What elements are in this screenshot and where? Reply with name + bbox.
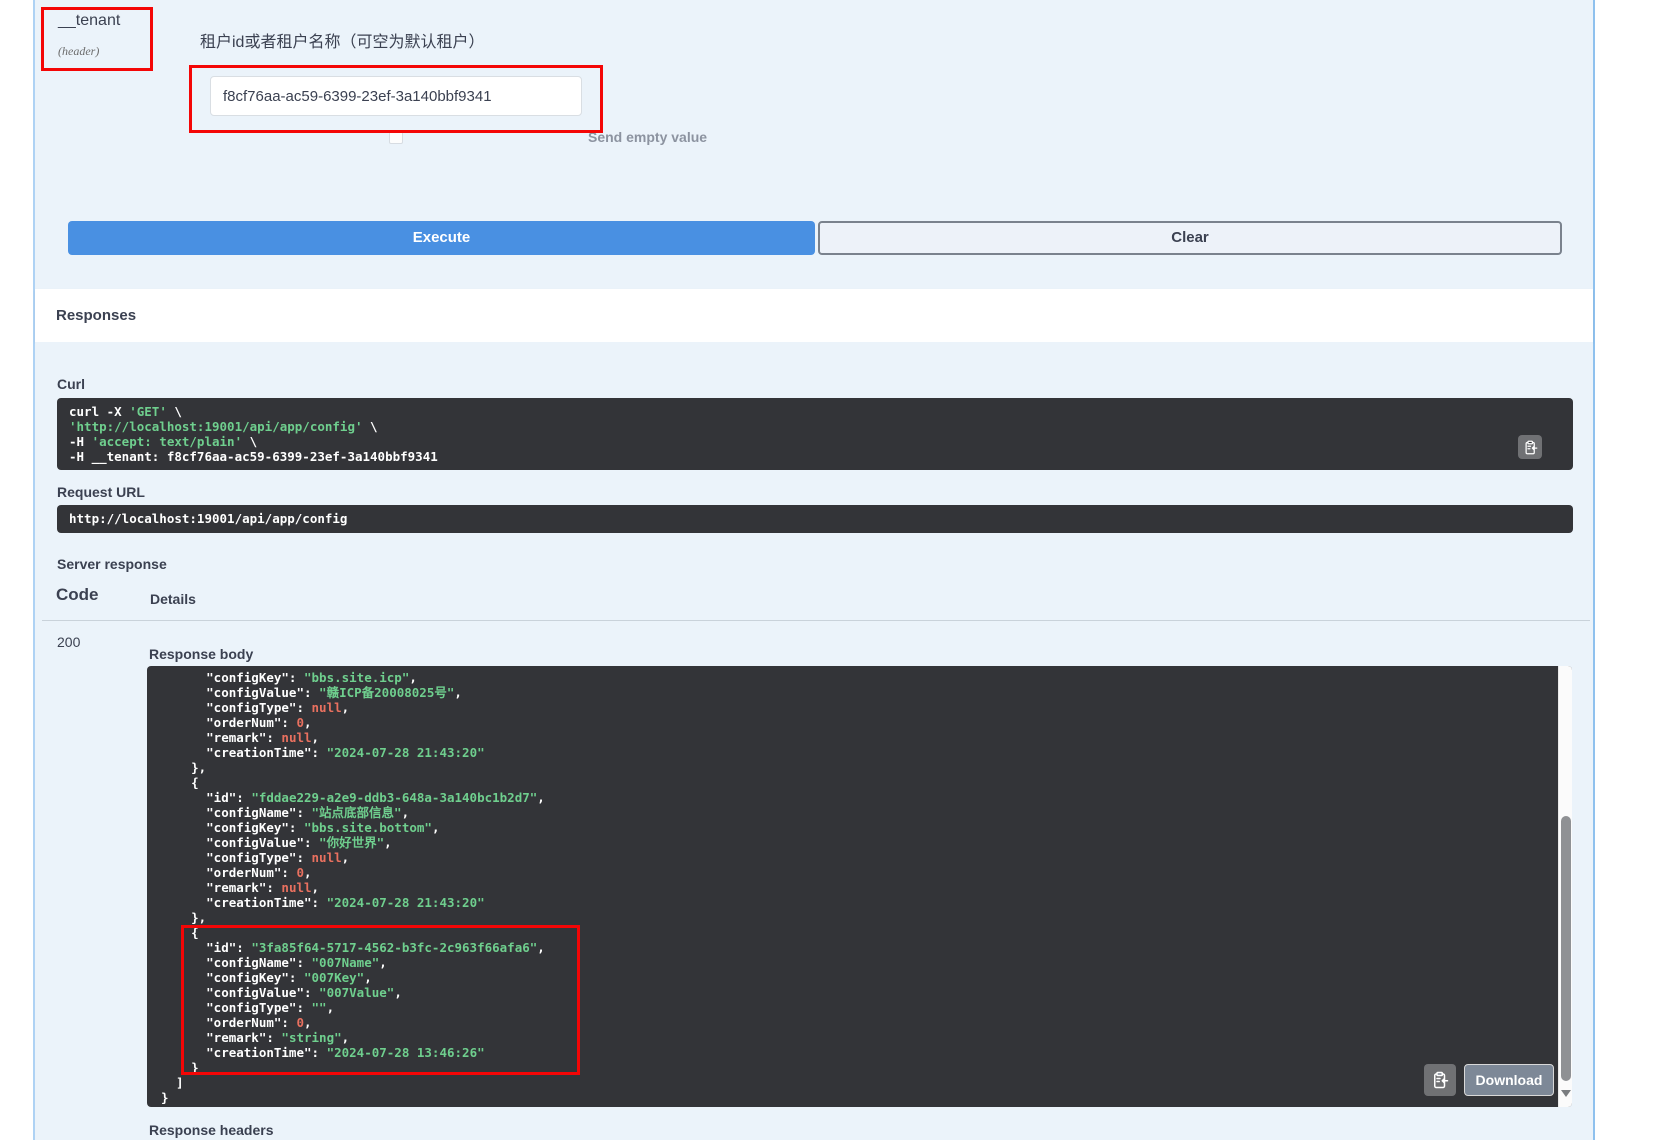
curl-command-text: curl -X 'GET' \ 'http://localhost:19001/… [69, 404, 1561, 464]
request-url-block: http://localhost:19001/api/app/config [57, 505, 1573, 533]
code-column-header: Code [56, 585, 99, 605]
curl-command-block: curl -X 'GET' \ 'http://localhost:19001/… [57, 398, 1573, 470]
tenant-value-input[interactable] [210, 76, 582, 116]
response-headers-label: Response headers [149, 1122, 274, 1138]
send-empty-value-checkbox[interactable] [389, 130, 403, 144]
operation-block: __tenant (header) 租户id或者租户名称（可空为默认租户） Se… [33, 0, 1595, 1140]
response-body-json: "configKey": "bbs.site.icp", "configValu… [147, 666, 1572, 1105]
curl-copy-icon[interactable] [1518, 435, 1542, 459]
download-button[interactable]: Download [1464, 1064, 1554, 1096]
parameter-description: 租户id或者租户名称（可空为默认租户） [200, 28, 484, 52]
response-body-scrollbar[interactable] [1558, 666, 1572, 1107]
clipboard-icon [1431, 1071, 1449, 1089]
clear-button[interactable]: Clear [818, 221, 1562, 255]
response-body-block: "configKey": "bbs.site.icp", "configValu… [147, 666, 1572, 1107]
status-code: 200 [57, 634, 80, 650]
send-empty-value-label: Send empty value [588, 129, 707, 145]
response-body-label: Response body [149, 646, 253, 662]
server-response-label: Server response [57, 556, 167, 572]
parameter-name: __tenant [58, 12, 120, 30]
scrollbar-thumb[interactable] [1561, 816, 1571, 1081]
clipboard-icon [1523, 440, 1538, 455]
curl-label: Curl [57, 376, 85, 392]
parameter-location: (header) [58, 44, 99, 59]
execute-button[interactable]: Execute [68, 221, 815, 255]
responses-section-header: Responses [35, 289, 1593, 342]
parameters-section: __tenant (header) 租户id或者租户名称（可空为默认租户） Se… [35, 0, 1593, 289]
response-copy-icon[interactable] [1424, 1064, 1456, 1096]
request-url-value: http://localhost:19001/api/app/config [69, 505, 347, 533]
swagger-ui-page: __tenant (header) 租户id或者租户名称（可空为默认租户） Se… [0, 0, 1667, 1140]
scroll-down-arrow-icon[interactable] [1561, 1090, 1571, 1097]
request-url-label: Request URL [57, 484, 145, 500]
details-column-header: Details [150, 591, 196, 607]
response-table-divider [42, 620, 1590, 621]
responses-title: Responses [56, 307, 136, 324]
